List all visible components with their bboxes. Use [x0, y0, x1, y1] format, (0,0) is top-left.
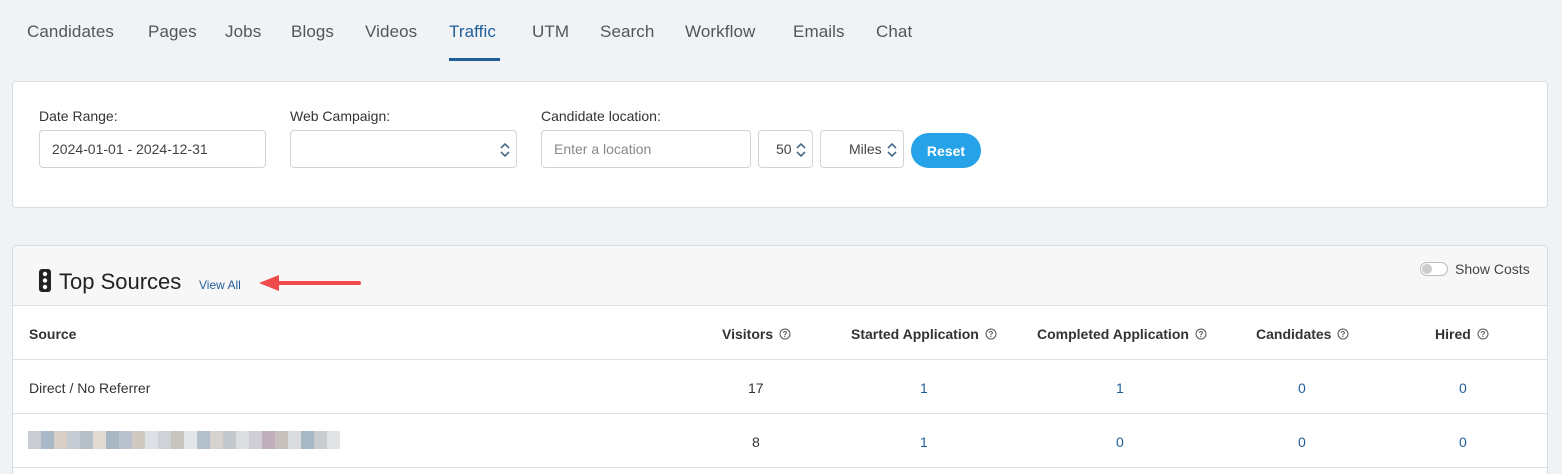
date-range-label: Date Range: [39, 108, 118, 124]
tab-utm[interactable]: UTM [532, 22, 569, 42]
column-header-started-application[interactable]: Started Application ? [851, 326, 997, 342]
svg-text:?: ? [1480, 330, 1485, 339]
unit-value: Miles [849, 141, 882, 157]
top-sources-title: Top Sources [59, 269, 182, 294]
show-costs-toggle[interactable] [1420, 262, 1448, 276]
filter-panel: Date Range: 2024-01-01 - 2024-12-31 Web … [12, 81, 1548, 208]
column-label: Candidates [1256, 326, 1332, 342]
hired-value[interactable]: 0 [1459, 380, 1467, 396]
help-icon[interactable]: ? [779, 328, 791, 340]
column-label: Hired [1435, 326, 1471, 342]
help-icon[interactable]: ? [1195, 328, 1207, 340]
svg-text:?: ? [1198, 330, 1203, 339]
tab-traffic[interactable]: Traffic [449, 22, 496, 42]
select-arrows-icon [796, 142, 806, 158]
radius-value: 50 [776, 141, 792, 157]
unit-select[interactable]: Miles [820, 130, 904, 168]
candidates-value[interactable]: 0 [1298, 434, 1306, 450]
help-icon[interactable]: ? [985, 328, 997, 340]
column-header-candidates[interactable]: Candidates ? [1256, 326, 1349, 342]
column-label: Completed Application [1037, 326, 1189, 342]
tab-jobs[interactable]: Jobs [225, 22, 261, 42]
source-name: Direct / No Referrer [29, 380, 151, 396]
date-range-value: 2024-01-01 - 2024-12-31 [52, 141, 208, 157]
column-label: Visitors [722, 326, 774, 342]
completed-value[interactable]: 1 [1116, 380, 1124, 396]
visitors-value: 8 [752, 434, 760, 450]
radius-select[interactable]: 50 [758, 130, 813, 168]
hired-value[interactable]: 0 [1459, 434, 1467, 450]
tab-emails[interactable]: Emails [793, 22, 845, 42]
row-divider [13, 359, 1547, 360]
started-value[interactable]: 1 [920, 380, 928, 396]
help-icon[interactable]: ? [1477, 328, 1489, 340]
svg-text:?: ? [783, 330, 788, 339]
select-arrows-icon [887, 142, 897, 158]
tab-search[interactable]: Search [600, 22, 654, 42]
redacted-source-name [28, 431, 340, 449]
web-campaign-label: Web Campaign: [290, 108, 391, 124]
svg-text:?: ? [1341, 330, 1346, 339]
column-header-visitors[interactable]: Visitors ? [722, 326, 791, 342]
candidate-location-label: Candidate location: [541, 108, 661, 124]
show-costs-label: Show Costs [1455, 261, 1530, 277]
candidates-value[interactable]: 0 [1298, 380, 1306, 396]
annotation-arrow-icon [259, 275, 361, 291]
tab-videos[interactable]: Videos [365, 22, 417, 42]
column-label: Started Application [851, 326, 979, 342]
tab-pages[interactable]: Pages [148, 22, 197, 42]
tab-workflow[interactable]: Workflow [685, 22, 755, 42]
top-sources-panel: Top Sources View All Show Costs Source V… [12, 245, 1548, 474]
view-all-link[interactable]: View All [199, 278, 241, 292]
top-sources-header: Top Sources View All Show Costs [13, 246, 1547, 306]
completed-value[interactable]: 0 [1116, 434, 1124, 450]
location-placeholder: Enter a location [554, 141, 652, 157]
select-arrows-icon [500, 142, 510, 158]
row-divider [13, 413, 1547, 414]
tab-chat[interactable]: Chat [876, 22, 912, 42]
toggle-knob [1422, 264, 1432, 274]
tab-candidates[interactable]: Candidates [27, 22, 114, 42]
started-value[interactable]: 1 [920, 434, 928, 450]
reset-button[interactable]: Reset [911, 133, 981, 168]
web-campaign-select[interactable] [290, 130, 517, 168]
row-divider [13, 467, 1547, 468]
location-input[interactable]: Enter a location [541, 130, 751, 168]
date-range-input[interactable]: 2024-01-01 - 2024-12-31 [39, 130, 266, 168]
traffic-light-icon [39, 269, 51, 292]
column-header-completed-application[interactable]: Completed Application ? [1037, 326, 1207, 342]
visitors-value: 17 [748, 380, 764, 396]
column-header-hired[interactable]: Hired ? [1435, 326, 1489, 342]
active-tab-indicator [449, 58, 500, 61]
help-icon[interactable]: ? [1337, 328, 1349, 340]
tab-blogs[interactable]: Blogs [291, 22, 334, 42]
svg-text:?: ? [988, 330, 993, 339]
column-header-source[interactable]: Source [29, 326, 76, 342]
column-label: Source [29, 326, 77, 342]
